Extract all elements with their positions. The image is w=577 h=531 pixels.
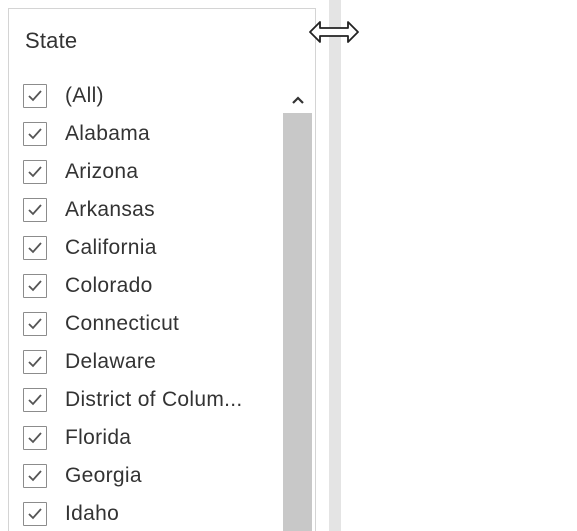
checkbox[interactable]: [23, 464, 47, 488]
filter-item-label: Connecticut: [65, 312, 180, 335]
checkbox[interactable]: [23, 350, 47, 374]
filter-item-label: Colorado: [65, 274, 153, 297]
filter-item-arkansas[interactable]: Arkansas: [23, 191, 285, 229]
filter-item-label: (All): [65, 84, 104, 107]
filter-item-colorado[interactable]: Colorado: [23, 267, 285, 305]
checkbox[interactable]: [23, 160, 47, 184]
screen: State (All) Alabama Arizona Arkansas Cal…: [0, 0, 577, 531]
checkbox[interactable]: [23, 198, 47, 222]
filter-item-label: Arizona: [65, 160, 139, 183]
filter-item-florida[interactable]: Florida: [23, 419, 285, 457]
checkbox[interactable]: [23, 236, 47, 260]
scroll-up-button[interactable]: [284, 87, 312, 113]
filter-item-arizona[interactable]: Arizona: [23, 153, 285, 191]
filter-item-label: Georgia: [65, 464, 142, 487]
filter-item-label: District of Colum...: [65, 388, 243, 411]
checkbox[interactable]: [23, 84, 47, 108]
horizontal-resize-cursor-icon: [309, 21, 359, 43]
checkmark-icon: [28, 356, 42, 368]
checkmark-icon: [28, 242, 42, 254]
checkmark-icon: [28, 128, 42, 140]
filter-item-all[interactable]: (All): [23, 77, 285, 115]
pane-splitter[interactable]: [329, 0, 341, 531]
chevron-up-icon: [292, 96, 304, 104]
filter-item-california[interactable]: California: [23, 229, 285, 267]
filter-item-connecticut[interactable]: Connecticut: [23, 305, 285, 343]
checkmark-icon: [28, 432, 42, 444]
checkmark-icon: [28, 470, 42, 482]
checkbox[interactable]: [23, 122, 47, 146]
checkmark-icon: [28, 280, 42, 292]
filter-item-label: California: [65, 236, 157, 259]
filter-item-list: (All) Alabama Arizona Arkansas Californi…: [23, 77, 285, 531]
filter-title: State: [25, 28, 78, 53]
checkmark-icon: [28, 90, 42, 102]
checkmark-icon: [28, 394, 42, 406]
checkmark-icon: [28, 166, 42, 178]
state-filter-card: State (All) Alabama Arizona Arkansas Cal…: [8, 8, 316, 531]
checkmark-icon: [28, 204, 42, 216]
checkmark-icon: [28, 508, 42, 520]
filter-item-alabama[interactable]: Alabama: [23, 115, 285, 153]
checkbox[interactable]: [23, 312, 47, 336]
filter-item-label: Arkansas: [65, 198, 155, 221]
checkbox[interactable]: [23, 426, 47, 450]
checkmark-icon: [28, 318, 42, 330]
scrollbar-thumb[interactable]: [283, 113, 312, 531]
filter-item-label: Idaho: [65, 502, 120, 525]
checkbox[interactable]: [23, 502, 47, 526]
filter-item-georgia[interactable]: Georgia: [23, 457, 285, 495]
filter-item-label: Florida: [65, 426, 132, 449]
filter-item-label: Alabama: [65, 122, 150, 145]
checkbox[interactable]: [23, 274, 47, 298]
checkbox[interactable]: [23, 388, 47, 412]
filter-item-label: Delaware: [65, 350, 157, 373]
filter-item-delaware[interactable]: Delaware: [23, 343, 285, 381]
filter-item-district-of-columbia[interactable]: District of Colum...: [23, 381, 285, 419]
filter-item-idaho[interactable]: Idaho: [23, 495, 285, 531]
